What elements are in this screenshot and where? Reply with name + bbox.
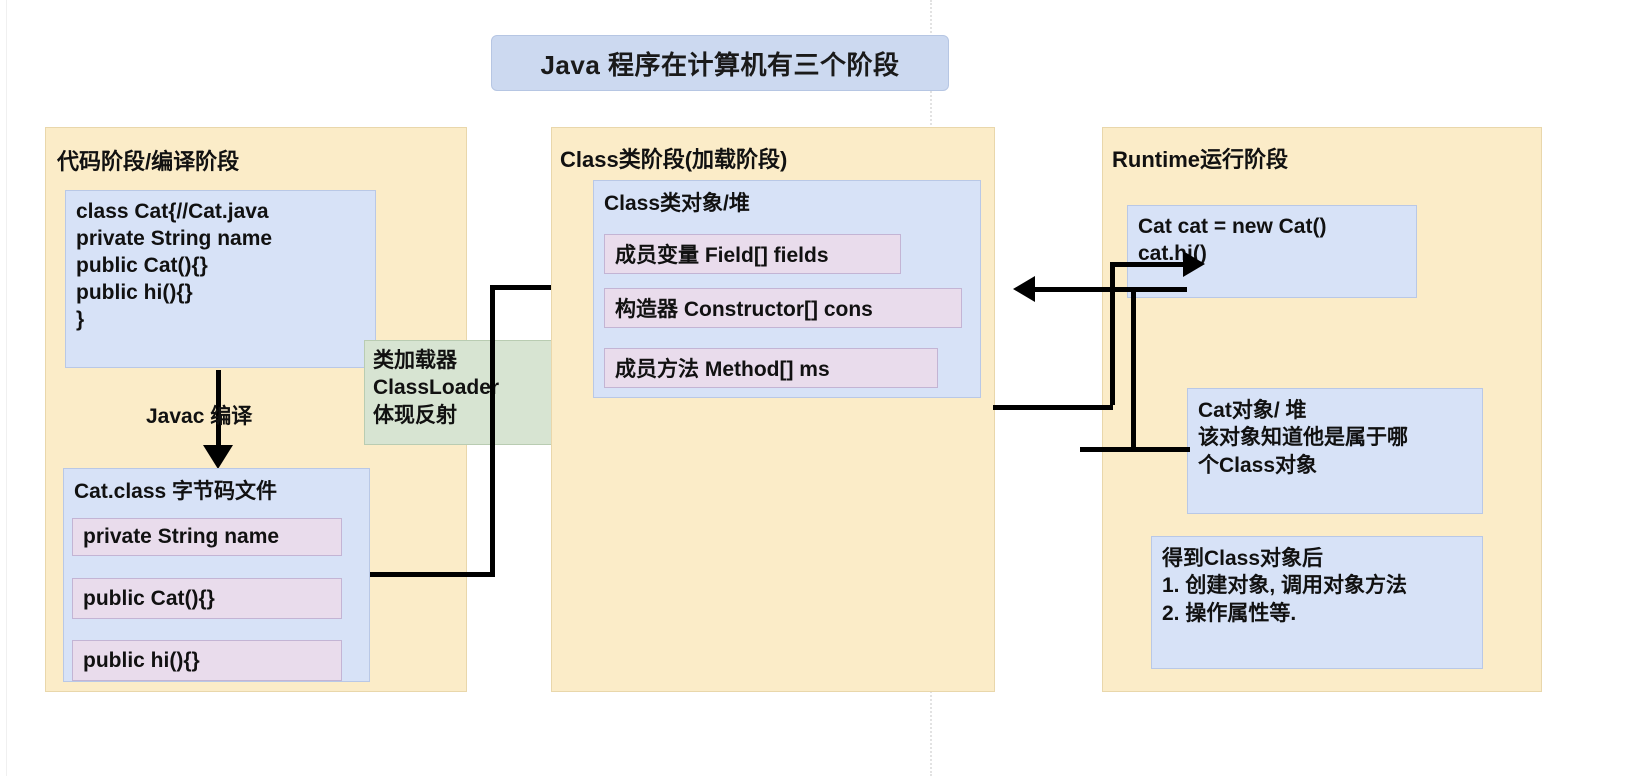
stage-title-runtime: Runtime运行阶段: [1112, 147, 1289, 172]
diagram-title: Java 程序在计算机有三个阶段: [491, 35, 949, 91]
reflect-connector-h-top: [1035, 287, 1187, 292]
stage-title-compile: 代码阶段/编译阶段: [57, 149, 240, 174]
class-member-fields: 成员变量 Field[] fields: [604, 234, 901, 274]
loader-connector-h-bottom: [370, 572, 495, 577]
classloader-note: 类加载器 ClassLoader 体现反射: [364, 340, 566, 445]
runtime-connector-h-top: [1110, 262, 1188, 267]
cat-object-note: Cat对象/ 堆 该对象知道他是属于哪 个Class对象: [1187, 388, 1483, 514]
class-member-constructors: 构造器 Constructor[] cons: [604, 288, 962, 328]
stage-title-class: Class类阶段(加载阶段): [560, 147, 788, 172]
javac-edge-label: Javac 编译: [146, 405, 253, 428]
runtime-connector-v-left: [1110, 262, 1115, 405]
runtime-connector-arrowhead-right: [1183, 251, 1205, 277]
class-usage-note: 得到Class对象后 1. 创建对象, 调用对象方法 2. 操作属性等.: [1151, 536, 1483, 669]
loader-connector-v: [490, 285, 495, 575]
runtime-connector-h-mid: [993, 405, 1113, 410]
class-object-card-title: Class类对象/堆: [604, 192, 750, 215]
reflect-connector-h-bottom: [1080, 447, 1190, 452]
bytecode-card-title: Cat.class 字节码文件: [74, 480, 278, 503]
source-code-card: class Cat{//Cat.java private String name…: [65, 190, 376, 368]
bytecode-member-constructor: public Cat(){}: [72, 578, 342, 619]
left-guide-line: [6, 0, 7, 776]
class-member-methods: 成员方法 Method[] ms: [604, 348, 938, 388]
diagram-title-text: Java 程序在计算机有三个阶段: [540, 49, 900, 80]
runtime-code-card: Cat cat = new Cat() cat.hi(): [1127, 205, 1417, 298]
bytecode-member-method: public hi(){}: [72, 640, 342, 681]
bytecode-member-field: private String name: [72, 518, 342, 556]
reflect-connector-v: [1131, 287, 1136, 452]
diagram-canvas: Java 程序在计算机有三个阶段 代码阶段/编译阶段 class Cat{//C…: [0, 0, 1643, 776]
javac-arrow-head: [203, 445, 233, 469]
reflect-connector-arrowhead-left: [1013, 276, 1035, 302]
